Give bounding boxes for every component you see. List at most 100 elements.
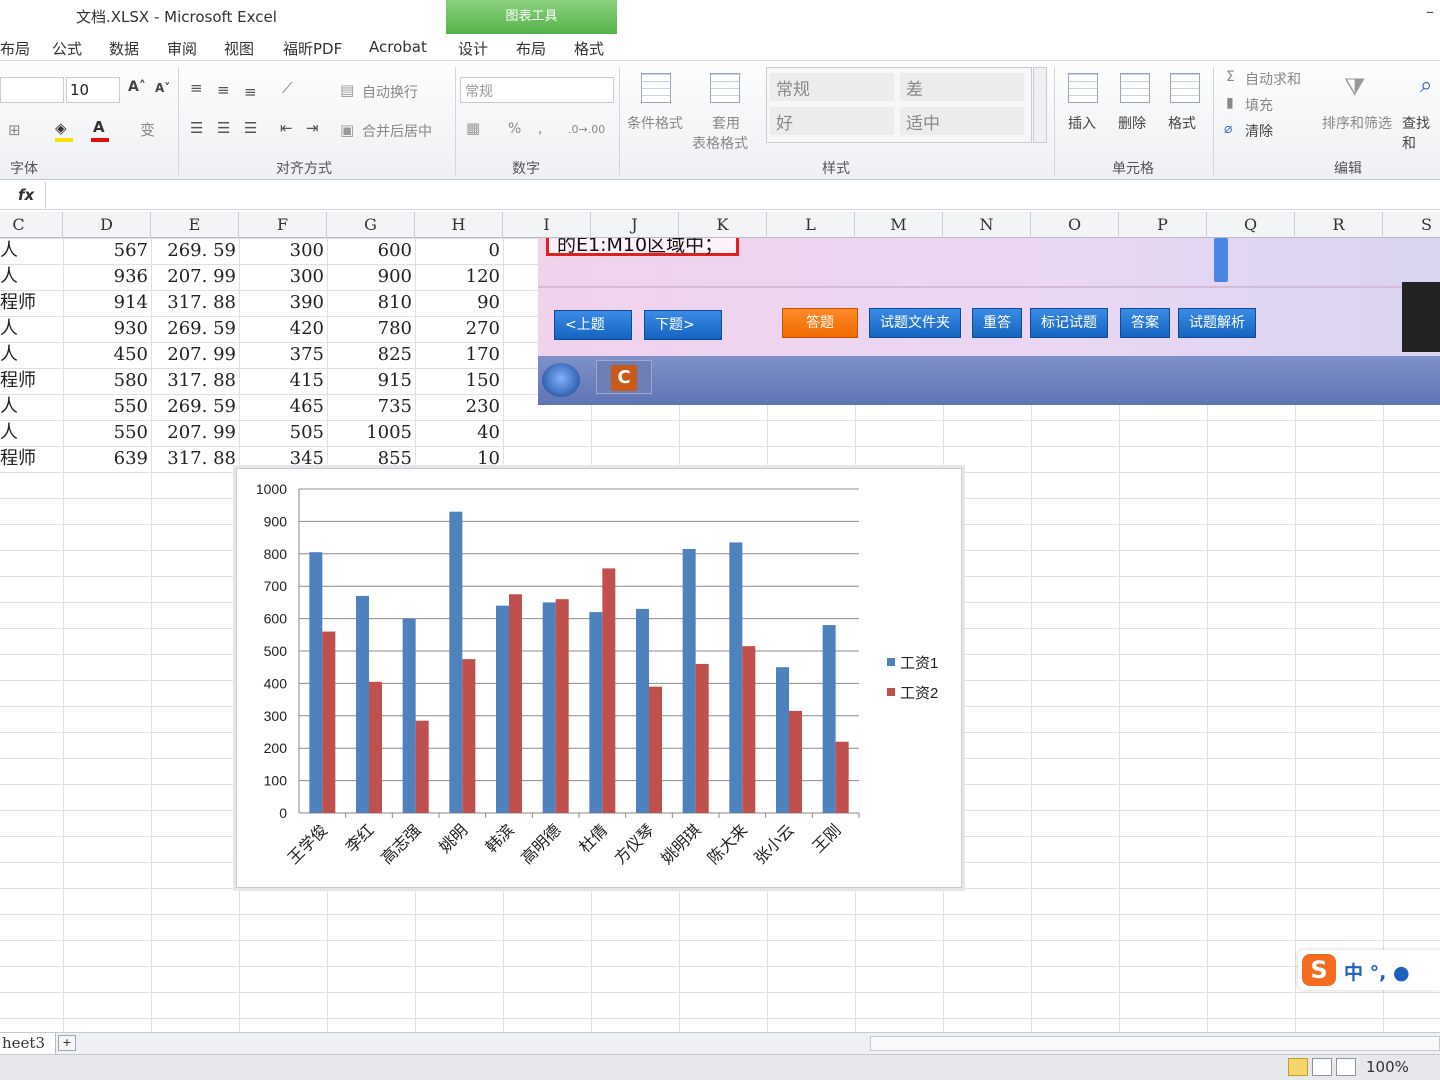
table-cell[interactable]: 450	[63, 342, 151, 368]
table-cell[interactable]: 735	[327, 394, 415, 420]
horizontal-scrollbar[interactable]	[870, 1036, 1440, 1051]
taskbar-app[interactable]: C	[596, 360, 652, 394]
page-break-view-icon[interactable]	[1336, 1058, 1356, 1076]
align-top-icon[interactable]: ≡	[190, 79, 203, 97]
insert-sheet-icon[interactable]: +	[58, 1035, 76, 1051]
tab-page-layout[interactable]: 布局	[0, 38, 30, 59]
mark-question-button[interactable]: 标记试题	[1030, 308, 1108, 338]
column-header-d[interactable]: D	[63, 212, 151, 238]
align-bottom-icon[interactable]: ≡	[244, 83, 257, 101]
table-cell[interactable]: 550	[63, 420, 151, 446]
tab-formulas[interactable]: 公式	[52, 38, 82, 59]
comma-style-button[interactable]: ,	[538, 121, 542, 137]
table-cell[interactable]: 580	[63, 368, 151, 394]
column-header-q[interactable]: Q	[1207, 212, 1295, 238]
start-button-icon[interactable]	[542, 363, 580, 397]
table-cell[interactable]: 300	[239, 264, 327, 290]
percent-style-button[interactable]: %	[508, 121, 521, 137]
ime-mode-icons[interactable]: 中 °, ●	[1344, 958, 1410, 985]
column-header-n[interactable]: N	[943, 212, 1031, 238]
table-cell[interactable]: 900	[327, 264, 415, 290]
sort-filter-icon[interactable]: ⧩	[1344, 73, 1365, 101]
align-center-icon[interactable]: ☰	[217, 119, 230, 137]
phonetic-icon[interactable]: 变	[140, 119, 155, 140]
clear-icon[interactable]: ⌀	[1224, 121, 1232, 137]
decrease-indent-icon[interactable]: ⇤	[280, 119, 293, 137]
column-header-s[interactable]: S	[1383, 212, 1440, 238]
table-cell[interactable]: 120	[415, 264, 503, 290]
format-cells-icon[interactable]	[1170, 73, 1200, 103]
table-cell[interactable]: 270	[415, 316, 503, 342]
table-cell[interactable]: 390	[239, 290, 327, 316]
tab-chart-layout[interactable]: 布局	[516, 38, 546, 59]
autosum-button[interactable]: 自动求和	[1245, 69, 1301, 89]
border-icon[interactable]: ⊞	[8, 121, 21, 139]
fill-button[interactable]: 填充	[1245, 95, 1273, 115]
table-cell[interactable]: 人	[0, 420, 63, 446]
sogou-logo-icon[interactable]: S	[1302, 954, 1336, 986]
table-cell[interactable]: 914	[63, 290, 151, 316]
sort-filter-button[interactable]: 排序和筛选	[1322, 113, 1392, 133]
column-header-c[interactable]: C	[0, 212, 63, 238]
normal-view-icon[interactable]	[1288, 1058, 1308, 1076]
tab-acrobat[interactable]: Acrobat	[369, 38, 427, 56]
answer-button[interactable]: 答题	[782, 308, 858, 338]
conditional-format-button[interactable]: 条件格式	[627, 113, 683, 133]
format-as-table-icon[interactable]	[710, 73, 740, 103]
wrap-text-button[interactable]: 自动换行	[362, 82, 418, 102]
table-cell[interactable]: 269. 59	[151, 238, 239, 264]
align-middle-icon[interactable]: ≡	[217, 81, 230, 99]
page-layout-view-icon[interactable]	[1312, 1058, 1332, 1076]
conditional-format-icon[interactable]	[641, 73, 671, 103]
table-cell[interactable]: 915	[327, 368, 415, 394]
column-header-l[interactable]: L	[767, 212, 855, 238]
sheet-tab[interactable]: heet3	[0, 1033, 56, 1054]
format-as-table-button[interactable]: 套用	[712, 113, 740, 133]
style-neutral[interactable]: 适中	[900, 107, 1024, 135]
column-header-p[interactable]: P	[1119, 212, 1207, 238]
column-chart[interactable]: 0 100 200 300 400 500 600 700 800 900 1000 王学俊 李红 高志强…	[236, 468, 962, 888]
show-answer-button[interactable]: 答案	[1120, 308, 1170, 338]
find-select-icon[interactable]: ⌕	[1420, 73, 1432, 98]
question-folder-button[interactable]: 试题文件夹	[869, 308, 961, 338]
number-format-dropdown[interactable]: 常规	[460, 77, 614, 103]
merge-center-icon[interactable]: ▣	[340, 121, 354, 139]
table-cell[interactable]: 317. 88	[151, 290, 239, 316]
table-cell[interactable]: 420	[239, 316, 327, 342]
format-as-table-button-line2[interactable]: 表格格式	[692, 133, 748, 153]
font-size-box[interactable]: 10	[66, 77, 120, 103]
table-cell[interactable]: 150	[415, 368, 503, 394]
table-cell[interactable]: 300	[239, 238, 327, 264]
delete-cells-icon[interactable]	[1120, 73, 1150, 103]
align-left-icon[interactable]: ☰	[190, 119, 203, 137]
tab-chart-format[interactable]: 格式	[574, 38, 604, 59]
font-color-icon[interactable]: A	[93, 118, 105, 136]
table-cell[interactable]: 317. 88	[151, 446, 239, 472]
ime-toolbar[interactable]: S 中 °, ●	[1298, 950, 1440, 990]
align-right-icon[interactable]: ☰	[244, 119, 257, 137]
table-cell[interactable]: 780	[327, 316, 415, 342]
column-header-r[interactable]: R	[1295, 212, 1383, 238]
tab-review[interactable]: 审阅	[167, 38, 197, 59]
column-header-g[interactable]: G	[327, 212, 415, 238]
accounting-format-icon[interactable]: ▦	[466, 119, 480, 137]
table-cell[interactable]: 825	[327, 342, 415, 368]
fill-color-icon[interactable]: ◈	[55, 119, 67, 137]
table-cell[interactable]: 程师	[0, 446, 63, 472]
insert-cells-icon[interactable]	[1068, 73, 1098, 103]
table-cell[interactable]: 415	[239, 368, 327, 394]
clear-button[interactable]: 清除	[1245, 121, 1273, 141]
delete-cells-button[interactable]: 删除	[1118, 113, 1146, 133]
table-cell[interactable]: 639	[63, 446, 151, 472]
table-cell[interactable]: 0	[415, 238, 503, 264]
table-cell[interactable]: 人	[0, 316, 63, 342]
column-header-j[interactable]: J	[591, 212, 679, 238]
table-cell[interactable]: 375	[239, 342, 327, 368]
table-cell[interactable]: 程师	[0, 290, 63, 316]
autosum-icon[interactable]: Σ	[1226, 69, 1235, 85]
reanswer-button[interactable]: 重答	[972, 308, 1022, 338]
column-header-m[interactable]: M	[855, 212, 943, 238]
question-analysis-button[interactable]: 试题解析	[1178, 308, 1256, 338]
style-normal[interactable]: 常规	[770, 73, 894, 101]
wrap-text-icon[interactable]: ▤	[340, 81, 354, 99]
